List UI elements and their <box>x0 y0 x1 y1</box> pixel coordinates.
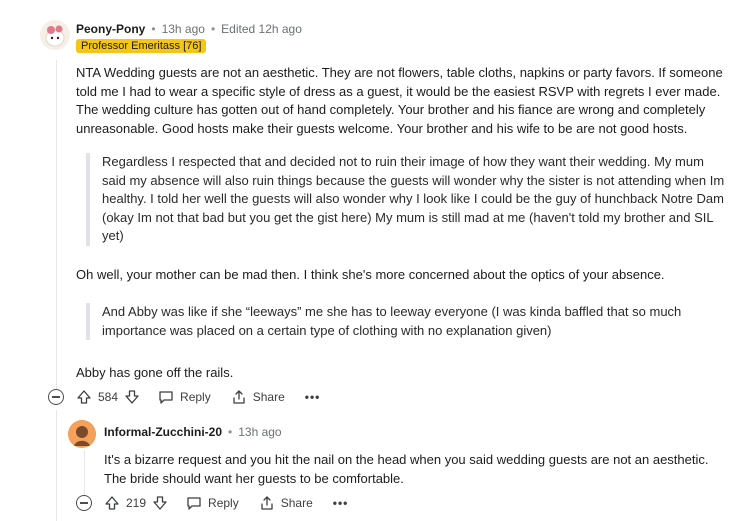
separator-dot: • <box>210 22 216 36</box>
vote-control: 584 <box>76 389 140 405</box>
collapse-button[interactable] <box>48 389 64 405</box>
reply-button[interactable]: Reply <box>158 389 211 405</box>
downvote-icon[interactable] <box>152 495 168 511</box>
comment-quote: And Abby was like if she “leeways” me sh… <box>86 303 726 340</box>
minus-icon <box>52 396 60 398</box>
comment-paragraph: Abby has gone off the rails. <box>76 365 234 380</box>
comment-quote: Regardless I respected that and decided … <box>86 153 726 246</box>
upvote-icon[interactable] <box>104 495 120 511</box>
reply-actions: 219 Reply Share ••• <box>76 495 368 511</box>
avatar[interactable] <box>68 420 96 448</box>
more-options-button[interactable]: ••• <box>305 390 321 404</box>
edited-label: Edited 12h ago <box>221 22 302 36</box>
username[interactable]: Informal-Zucchini-20 <box>104 425 222 439</box>
user-flair: Professor Emeritass [76] <box>76 39 207 53</box>
comment-meta: Peony-Pony • 13h ago • Edited 12h ago <box>76 22 302 36</box>
share-label: Share <box>252 390 285 404</box>
upvote-icon[interactable] <box>76 389 92 405</box>
share-icon <box>231 389 247 405</box>
share-icon <box>259 495 275 511</box>
downvote-icon[interactable] <box>124 389 140 405</box>
vote-count: 219 <box>126 496 147 510</box>
timestamp[interactable]: 13h ago <box>238 425 281 439</box>
reply-label: Reply <box>180 390 211 404</box>
comment-paragraph: NTA Wedding guests are not an aesthetic.… <box>76 65 723 136</box>
minus-icon <box>80 502 88 504</box>
separator-dot: • <box>151 22 156 36</box>
avatar[interactable] <box>40 20 70 50</box>
reply-thread-line[interactable] <box>84 450 85 495</box>
share-button[interactable]: Share <box>231 389 285 405</box>
comment-actions: 584 Reply Share ••• <box>48 389 340 405</box>
timestamp[interactable]: 13h ago <box>162 22 205 36</box>
more-options-button[interactable]: ••• <box>333 496 349 510</box>
reply-button[interactable]: Reply <box>186 495 239 511</box>
share-button[interactable]: Share <box>259 495 313 511</box>
reply-meta: Informal-Zucchini-20 • 13h ago <box>104 425 282 439</box>
comment-paragraph: Oh well, your mother can be mad then. I … <box>76 267 665 282</box>
collapse-button[interactable] <box>76 495 92 511</box>
vote-count: 584 <box>98 390 119 404</box>
username[interactable]: Peony-Pony <box>76 22 145 36</box>
separator-dot: • <box>228 425 233 439</box>
reply-label: Reply <box>208 496 239 510</box>
comment-bubble-icon <box>158 389 174 405</box>
vote-control: 219 <box>104 495 168 511</box>
thread-line[interactable] <box>56 60 57 390</box>
reply-text: It's a bizarre request and you hit the n… <box>104 452 709 486</box>
comment-bubble-icon <box>186 495 202 511</box>
thread-line[interactable] <box>56 410 57 521</box>
share-label: Share <box>280 496 313 510</box>
